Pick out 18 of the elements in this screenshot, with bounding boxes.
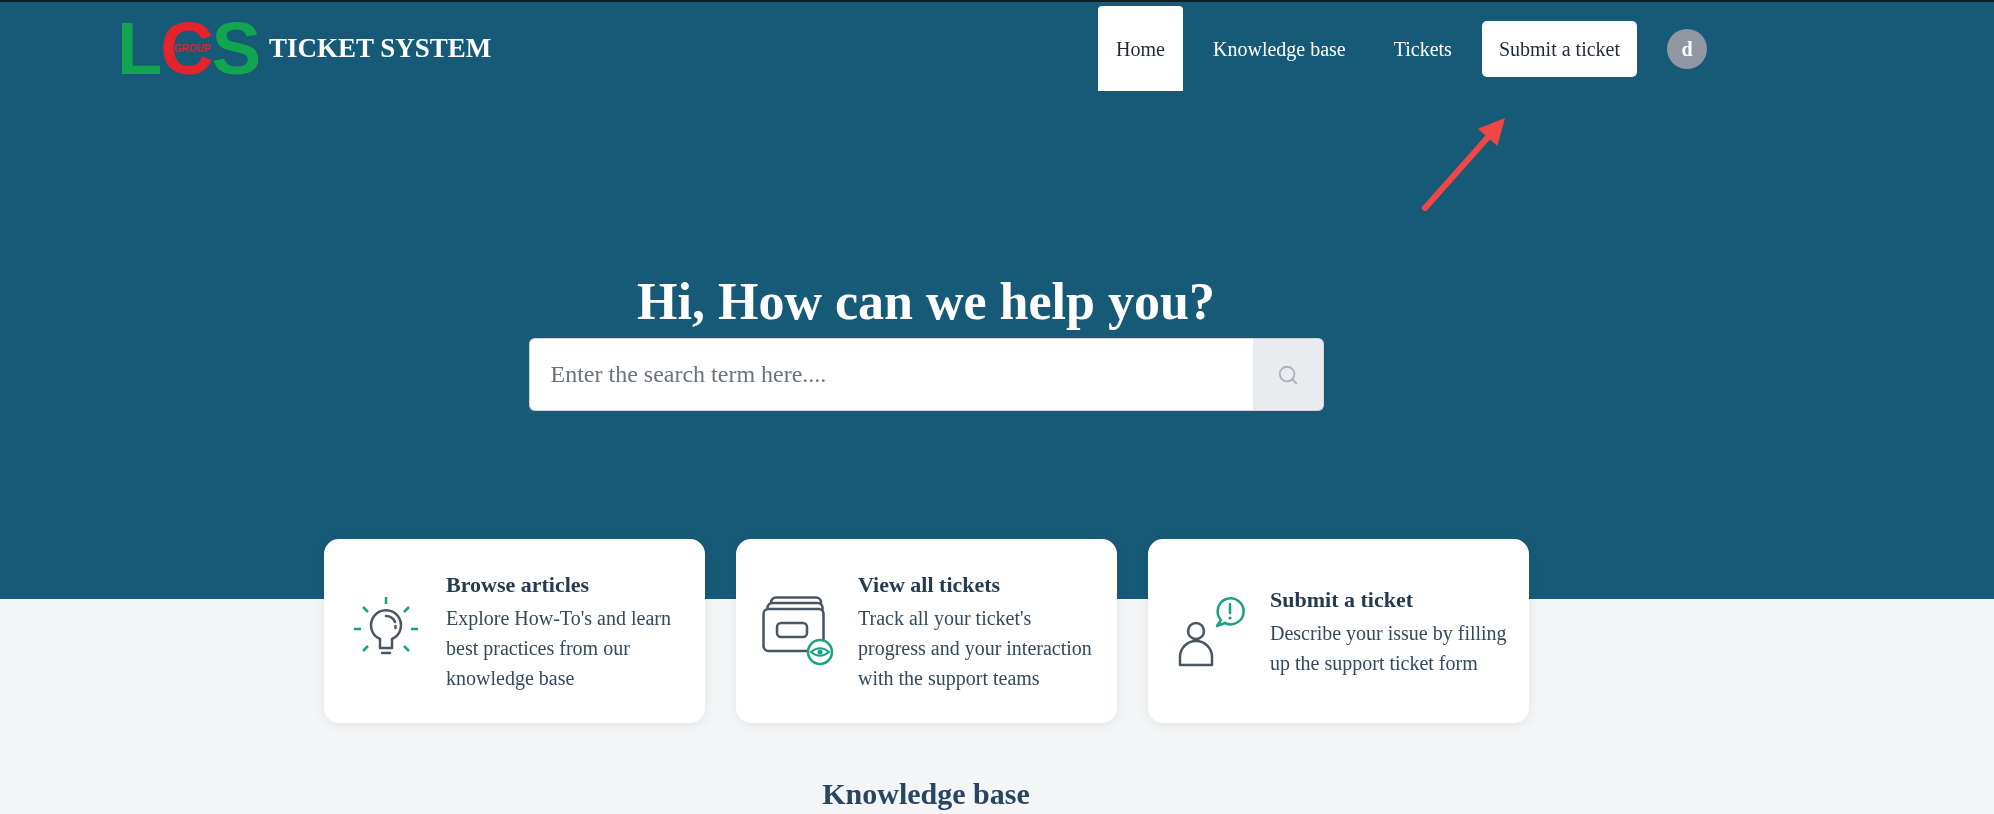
card-description: Track all your ticket's progress and your interaction with the support teams (858, 605, 1093, 692)
card-title: Browse articles (446, 570, 591, 599)
site-title: TICKET SYSTEM (269, 35, 492, 62)
section-heading: Knowledge base (822, 779, 1030, 809)
nav-link[interactable]: Home (1098, 6, 1183, 91)
card-title: Submit a ticket (1270, 585, 1414, 614)
feature-card[interactable]: Browse articles Explore How-To's and learn best practices from our knowledge base (324, 539, 705, 723)
card-description: Describe your issue by filling up the support ticket form (1270, 620, 1508, 677)
nav-link[interactable]: Tickets (1375, 6, 1470, 91)
feature-card[interactable]: View all tickets Track all your ticket's progress and your interaction with the support teams (736, 539, 1117, 723)
card-description: Explore How-To's and learn best practices from our knowledge base (446, 605, 672, 692)
tickets-with-eye-icon (762, 596, 834, 666)
nav-link[interactable]: Knowledge base (1195, 6, 1364, 91)
annotation-arrow-icon (1422, 116, 1507, 212)
feature-card[interactable]: Submit a ticket Describe your issue by filling up the support ticket form (1148, 539, 1529, 723)
card-title: View all tickets (858, 570, 1002, 599)
submit-ticket-button[interactable]: Submit a ticket (1481, 20, 1637, 77)
hero-heading: Hi, How can we help you? (637, 272, 1215, 332)
